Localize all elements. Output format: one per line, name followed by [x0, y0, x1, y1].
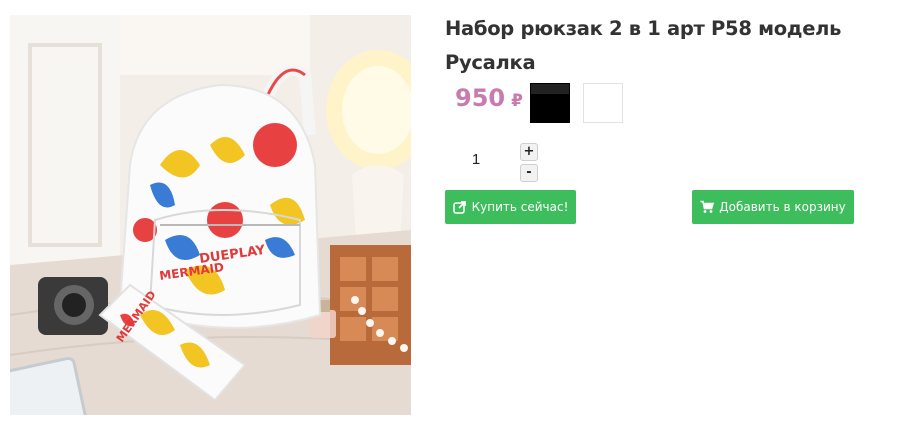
price-value: 950: [455, 84, 506, 112]
external-link-icon: [452, 200, 467, 214]
add-to-cart-button[interactable]: Добавить в корзину: [692, 190, 854, 224]
product-title: Набор рюкзак 2 в 1 арт P58 модель Русалк…: [445, 17, 842, 74]
currency-symbol: ₽: [511, 91, 523, 111]
cart-icon: [700, 200, 715, 214]
quantity-decrease-button[interactable]: -: [520, 164, 538, 182]
quantity-value[interactable]: 1: [466, 151, 486, 168]
buy-now-label: Купить сейчас!: [471, 200, 569, 214]
backpack-photo: MERMAID DUEPLAY MERMAID: [10, 15, 411, 415]
color-swatch-white[interactable]: [583, 83, 623, 123]
color-swatch-black[interactable]: [530, 83, 570, 123]
add-to-cart-label: Добавить в корзину: [719, 200, 846, 214]
buy-now-button[interactable]: Купить сейчас!: [445, 190, 576, 224]
product-image[interactable]: MERMAID DUEPLAY MERMAID: [10, 15, 411, 415]
product-price: 950 ₽: [455, 84, 523, 112]
quantity-increase-button[interactable]: +: [520, 143, 538, 161]
